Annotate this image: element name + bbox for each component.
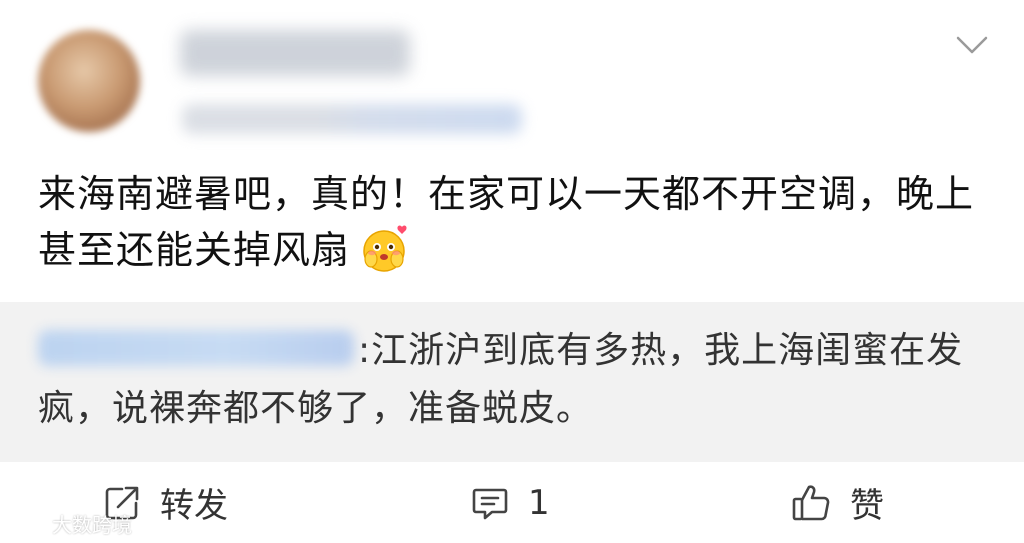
- quoted-username-blurred[interactable]: [38, 330, 354, 366]
- watermark: 大数跨境: [6, 508, 132, 538]
- blushing-face-emoji-icon: [360, 223, 412, 275]
- post-header: [0, 0, 1024, 150]
- avatar[interactable]: [38, 30, 140, 132]
- thumbs-up-icon: [792, 484, 830, 520]
- comment-count: 1: [528, 482, 550, 523]
- username-blurred[interactable]: [180, 30, 410, 76]
- quoted-comment[interactable]: :江浙沪到底有多热，我上海闺蜜在发疯，说裸奔都不够了，准备蜕皮。: [0, 302, 1024, 462]
- action-bar: 转发 1 赞: [0, 462, 1024, 543]
- like-label: 赞: [850, 486, 884, 526]
- post-text: 来海南避暑吧，真的！在家可以一天都不开空调，晚上甚至还能关掉风扇: [38, 172, 975, 272]
- like-button[interactable]: 赞: [790, 462, 884, 543]
- repost-label: 转发: [160, 486, 228, 526]
- post-meta-blurred: [182, 104, 522, 134]
- watermark-logo-icon: [7, 515, 45, 531]
- chevron-down-icon[interactable]: [954, 30, 990, 60]
- comment-icon: [472, 488, 508, 519]
- comment-button[interactable]: 1: [470, 462, 550, 543]
- quote-body: :江浙沪到底有多热，我上海闺蜜在发疯，说裸奔都不够了，准备蜕皮。: [38, 322, 988, 438]
- post-body: 来海南避暑吧，真的！在家可以一天都不开空调，晚上甚至还能关掉风扇: [38, 166, 988, 279]
- watermark-text: 大数跨境: [52, 512, 132, 537]
